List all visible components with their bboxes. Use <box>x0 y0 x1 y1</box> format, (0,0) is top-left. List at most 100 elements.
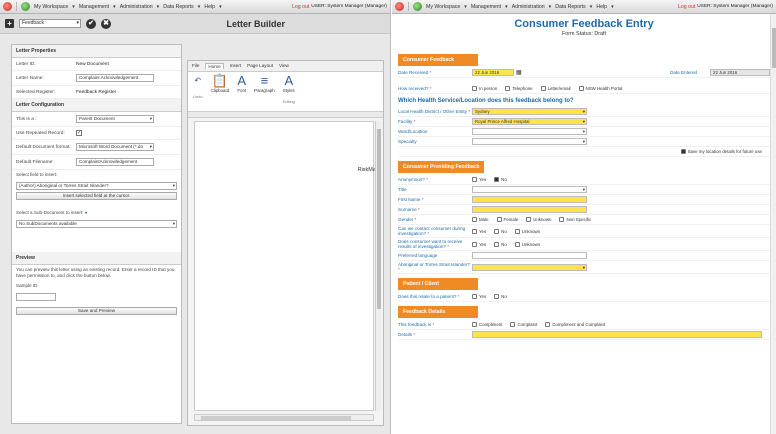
nav-data-reports[interactable]: Data Reports <box>163 4 194 10</box>
undo-icon[interactable]: ↶ <box>194 74 201 88</box>
chevron-down-icon: ▾ <box>172 221 175 226</box>
letter-name-input[interactable]: Complaint Acknowledgement <box>76 74 154 82</box>
consumer-feedback-pane: My Workspace ▾ Management ▾ Administration… <box>392 0 776 434</box>
nav-management[interactable]: Management <box>471 4 501 10</box>
nav-management[interactable]: Management <box>79 4 109 10</box>
logout-link[interactable]: Log out <box>292 4 309 10</box>
ribbon-tabs: File Home Insert Page Layout View <box>188 61 383 72</box>
lhd-select[interactable]: Sydney ▾ <box>472 108 587 115</box>
ribbon-tab-insert[interactable]: Insert <box>230 63 242 69</box>
nav-my-workspace[interactable]: My Workspace <box>426 4 460 10</box>
ribbon-tab-view[interactable]: View <box>279 63 289 69</box>
chevron-down-icon: ▾ <box>76 20 79 26</box>
date-entered-input: 22 Jun 2016 <box>710 69 770 76</box>
contact-yes[interactable]: Yes <box>472 228 486 234</box>
title-select[interactable]: ▾ <box>472 186 587 193</box>
form-title: Consumer Feedback Entry <box>514 18 654 30</box>
use-repeated-record-checkbox[interactable]: ✓ <box>76 130 82 136</box>
sample-id-input[interactable] <box>16 293 56 301</box>
confirm-button[interactable]: ✔ <box>86 18 96 29</box>
letter-id-value: New Document <box>76 61 109 67</box>
save-preview-button[interactable]: Save and Preview <box>16 307 177 315</box>
contact-no[interactable]: No <box>494 228 507 234</box>
chevron-down-icon: ▾ <box>582 129 585 134</box>
letter-toolbar: + Feedback ▾ ✔ ✖ Letter Builder <box>0 14 390 34</box>
nav-data-reports[interactable]: Data Reports <box>555 4 586 10</box>
option-letter-email[interactable]: Letter/email <box>540 86 571 91</box>
first-name-input[interactable] <box>472 196 587 203</box>
preview-instructions: You can preview this letter using an exi… <box>16 267 175 278</box>
ribbon-tab-home[interactable]: Home <box>205 63 224 69</box>
subdoc-label: Select a Sub-Document to insert: <box>16 210 84 215</box>
nav-administration[interactable]: Administration <box>120 4 153 10</box>
cancel-button[interactable]: ✖ <box>101 18 111 29</box>
nav-help[interactable]: Help <box>596 4 607 10</box>
styles-icon[interactable]: A <box>284 74 293 88</box>
paragraph-icon[interactable]: ≡ <box>261 74 269 88</box>
chevron-down-icon: ▾ <box>582 109 585 114</box>
refresh-icon[interactable] <box>21 2 30 11</box>
ward-select[interactable]: ▾ <box>472 128 587 135</box>
results-yes[interactable]: Yes <box>472 241 486 247</box>
facility-select[interactable]: Royal Prince Alfred Hospital ▾ <box>472 118 587 125</box>
clipboard-icon[interactable]: 📋 <box>212 74 228 88</box>
date-received-input[interactable]: 22 Jun 2016 <box>472 69 514 76</box>
option-telephone[interactable]: Telephone <box>505 86 533 91</box>
letter-properties-panel: Letter Properties Letter ID: New Document… <box>11 44 182 424</box>
anonymous-yes[interactable]: Yes <box>472 177 486 182</box>
gender-non-specific[interactable]: Non Specific <box>559 217 591 222</box>
patient-no[interactable]: No <box>494 294 507 299</box>
gender-male[interactable]: Male <box>472 217 489 222</box>
language-input[interactable] <box>472 252 587 259</box>
results-unknown[interactable]: Unknown <box>514 241 540 247</box>
home-icon[interactable] <box>395 2 404 11</box>
chevron-down-icon: ▾ <box>582 264 585 270</box>
insert-field-button[interactable]: Insert selected field at the cursor. <box>16 192 177 200</box>
ruler <box>188 112 383 118</box>
sample-id-label: Sample ID <box>16 283 38 288</box>
nav-my-workspace[interactable]: My Workspace <box>34 4 68 10</box>
home-icon[interactable] <box>3 2 12 11</box>
nav-help[interactable]: Help <box>204 4 215 10</box>
ribbon-tab-page-layout[interactable]: Page Layout <box>247 63 273 69</box>
feedback-both[interactable]: Compliment and Complaint <box>545 322 605 327</box>
nav-administration[interactable]: Administration <box>512 4 545 10</box>
chevron-down-icon: ▾ <box>582 119 585 124</box>
user-info: USER: System Manager (Manager) <box>311 4 387 9</box>
subdoc-select[interactable]: No SubDocuments available ▾ <box>16 220 177 228</box>
feedback-compliment[interactable]: Compliment <box>472 322 502 327</box>
document-type-select[interactable]: Parent Document ▾ <box>76 115 154 123</box>
anonymous-no[interactable]: No <box>494 177 507 182</box>
patient-yes[interactable]: Yes <box>472 294 486 299</box>
section-patient-client: Patient / Client <box>398 278 478 290</box>
option-nsw-health-portal[interactable]: NSW Health Portal <box>578 86 622 91</box>
results-no[interactable]: No <box>494 241 507 247</box>
specialty-select[interactable]: ▾ <box>472 138 587 145</box>
font-icon[interactable]: A <box>237 74 246 88</box>
logout-link[interactable]: Log out <box>678 4 695 10</box>
default-format-select[interactable]: Microsoft Word Document (*.do ▾ <box>76 143 154 151</box>
vertical-scrollbar[interactable] <box>375 121 381 411</box>
option-in-person[interactable]: In person <box>472 86 497 91</box>
gender-unknown[interactable]: Unknown <box>526 217 551 222</box>
ribbon-tab-file[interactable]: File <box>192 63 199 69</box>
horizontal-scrollbar[interactable] <box>194 414 374 421</box>
document-canvas[interactable]: RiskMan <box>194 121 379 411</box>
field-select[interactable]: (Author) Aboriginal or Torres Strait Isl… <box>16 182 177 190</box>
section-preview: Preview <box>12 252 181 265</box>
calendar-icon[interactable]: ▦ <box>516 69 522 76</box>
default-filename-input[interactable]: ComplaintAcknowledgement <box>76 158 154 166</box>
vertical-scrollbar[interactable] <box>770 14 776 434</box>
register-select[interactable]: Feedback ▾ <box>19 19 81 28</box>
surname-input[interactable] <box>472 206 587 213</box>
feedback-complaint[interactable]: Complaint <box>510 322 537 327</box>
help-icon[interactable]: ● <box>85 210 88 215</box>
chevron-down-icon: ▾ <box>149 116 152 121</box>
details-input[interactable] <box>472 331 762 338</box>
save-location-checkbox[interactable]: Save my location details for future use <box>680 149 762 154</box>
gender-female[interactable]: Female <box>496 217 518 222</box>
add-icon[interactable]: + <box>5 19 14 28</box>
refresh-icon[interactable] <box>413 2 422 11</box>
aboriginal-select[interactable]: ▾ <box>472 263 587 271</box>
contact-unknown[interactable]: Unknown <box>514 228 540 234</box>
